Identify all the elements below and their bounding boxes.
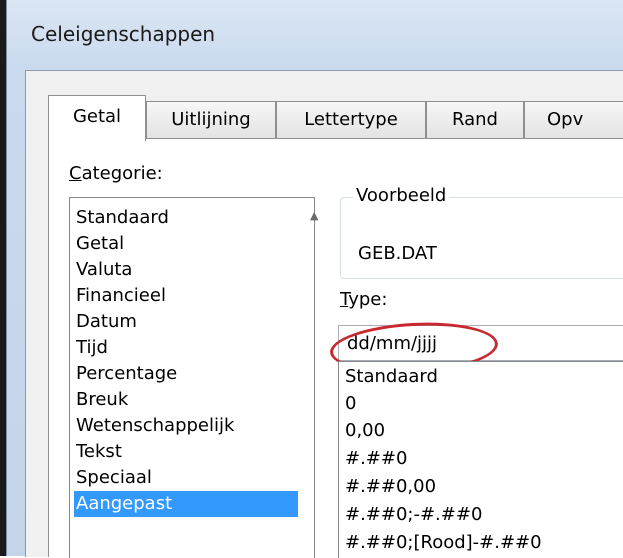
list-item[interactable]: Wetenschappelijk	[74, 413, 298, 439]
tab-opvulling[interactable]: Opv	[524, 101, 623, 139]
tab-uitlijning[interactable]: Uitlijning	[146, 101, 276, 139]
preview-groupbox	[340, 197, 623, 279]
format-cells-dialog: Celeigenschappen Getal Uitlijning Letter…	[6, 0, 623, 558]
list-item[interactable]: #.##0;[Rood]-#.##0	[345, 529, 542, 556]
list-item[interactable]: Datum	[74, 309, 298, 335]
list-item[interactable]: Tekst	[74, 439, 298, 465]
list-item[interactable]: 0	[345, 390, 356, 417]
preview-value: GEB.DAT	[358, 243, 437, 264]
preview-group-title: Voorbeeld	[353, 185, 450, 206]
list-item[interactable]: Tijd	[74, 335, 298, 361]
type-label: Type:	[340, 289, 388, 310]
list-item[interactable]: 0,00	[345, 417, 385, 444]
list-item[interactable]: #.##0;-#.##0	[345, 501, 482, 528]
number-tab-panel: Categorie: Standaard Getal Valuta Financ…	[48, 138, 623, 558]
list-item[interactable]: #.##0,00	[345, 473, 436, 500]
tab-strip: Getal Uitlijning Lettertype Rand Opv	[48, 95, 623, 141]
dialog-title: Celeigenschappen	[31, 22, 216, 46]
category-label: Categorie:	[69, 163, 163, 184]
list-item[interactable]: Getal	[74, 231, 298, 257]
list-item[interactable]: Financieel	[74, 283, 298, 309]
category-listbox[interactable]: Standaard Getal Valuta Financieel Datum …	[69, 197, 318, 558]
list-item[interactable]: Breuk	[74, 387, 298, 413]
tab-getal[interactable]: Getal	[48, 95, 146, 141]
tab-rand[interactable]: Rand	[426, 101, 524, 139]
list-item[interactable]: Percentage	[74, 361, 298, 387]
list-item[interactable]: Valuta	[74, 257, 298, 283]
type-listbox[interactable]: Standaard 0 0,00 #.##0 #.##0,00 #.##0;-#…	[338, 361, 623, 558]
tab-lettertype[interactable]: Lettertype	[276, 101, 426, 139]
list-item[interactable]: Speciaal	[74, 465, 298, 491]
list-item[interactable]: Standaard	[345, 363, 438, 390]
dialog-client-area: Getal Uitlijning Lettertype Rand Opv Cat…	[25, 70, 623, 558]
type-input[interactable]	[338, 325, 623, 361]
list-item-selected[interactable]: Aangepast	[74, 491, 298, 517]
scroll-up-arrow-icon[interactable]: ▲	[310, 209, 318, 222]
list-item[interactable]: Standaard	[74, 205, 298, 231]
title-bar[interactable]: Celeigenschappen	[7, 0, 623, 70]
list-item[interactable]: #.##0	[345, 445, 407, 472]
